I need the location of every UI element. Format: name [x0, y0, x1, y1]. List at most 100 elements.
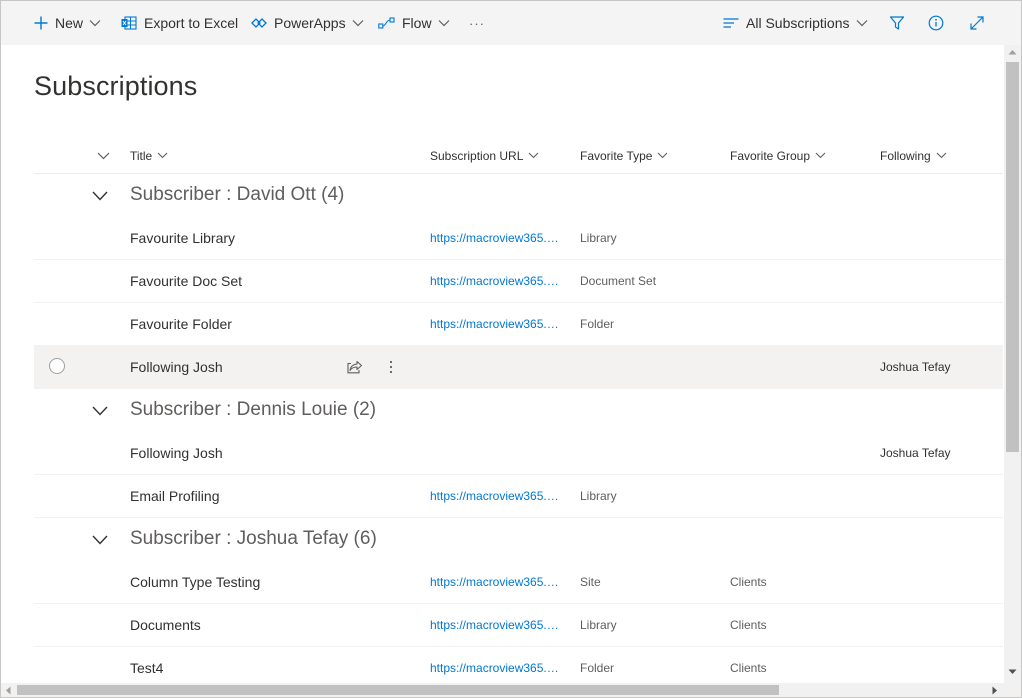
- cell-title[interactable]: Favourite Doc Set: [130, 260, 242, 302]
- cell-title[interactable]: Column Type Testing: [130, 561, 260, 603]
- scroll-left-arrow-icon[interactable]: [5, 686, 11, 695]
- chevron-down-icon: [658, 152, 668, 159]
- chevron-down-icon: [856, 19, 868, 27]
- chevron-down-icon[interactable]: [92, 532, 108, 550]
- view-selector-button[interactable]: All Subscriptions: [723, 1, 868, 45]
- column-header-type-label: Favorite Type: [580, 148, 653, 163]
- table-row[interactable]: Favourite Library https://macroview365.s…: [34, 217, 1003, 260]
- cell-type: Folder: [580, 317, 615, 331]
- cell-following: Joshua Tefay: [880, 446, 951, 460]
- cell-type: Site: [580, 575, 601, 589]
- horizontal-scrollbar-thumb[interactable]: [17, 685, 779, 695]
- cell-url-link[interactable]: [430, 346, 562, 388]
- group-header[interactable]: Subscriber : Dennis Louie (2): [34, 389, 1003, 433]
- chevron-down-icon: [92, 149, 110, 163]
- group-header[interactable]: Subscriber : David Ott (4): [34, 174, 1003, 218]
- cell-url-link[interactable]: https://macroview365.sharepoint.com: [430, 217, 562, 259]
- vertical-scrollbar-thumb[interactable]: [1006, 62, 1019, 452]
- more-vertical-icon[interactable]: [389, 346, 393, 388]
- page-title: Subscriptions: [34, 71, 198, 101]
- column-header-type[interactable]: Favorite Type: [580, 138, 668, 173]
- new-button-label: New: [55, 15, 84, 31]
- cell-title[interactable]: Email Profiling: [130, 475, 219, 517]
- table-row[interactable]: Documents https://macroview365.sharepoin…: [34, 604, 1003, 647]
- chevron-down-icon: [528, 152, 539, 159]
- app-window: New Export to Excel PowerApps Flow ··· A…: [0, 0, 1022, 698]
- powerapps-button-label: PowerApps: [274, 15, 346, 31]
- chevron-down-icon[interactable]: [92, 403, 108, 421]
- group-label: Subscriber : Joshua Tefay (6): [130, 528, 377, 549]
- cell-following: Joshua Tefay: [880, 360, 951, 374]
- share-icon[interactable]: [347, 346, 363, 388]
- column-header-title[interactable]: Title: [130, 138, 168, 173]
- column-header-title-label: Title: [130, 148, 153, 163]
- table-row[interactable]: Following Josh Joshua Tefay: [34, 432, 1003, 475]
- table-row-hovered[interactable]: Following Josh Joshua Tefay: [34, 346, 1003, 389]
- chevron-down-icon: [89, 19, 101, 27]
- group-header[interactable]: Subscriber : Joshua Tefay (6): [34, 518, 1003, 562]
- cell-title[interactable]: Documents: [130, 604, 201, 646]
- column-header-group[interactable]: Favorite Group: [730, 138, 826, 173]
- export-to-excel-button[interactable]: Export to Excel: [121, 1, 238, 45]
- table-row[interactable]: Favourite Doc Set https://macroview365.s…: [34, 260, 1003, 303]
- table-row[interactable]: Favourite Folder https://macroview365.sh…: [34, 303, 1003, 346]
- cell-type: Library: [580, 489, 617, 503]
- scroll-right-arrow-icon[interactable]: [992, 686, 998, 695]
- collapse-all-button[interactable]: [92, 138, 110, 173]
- expand-button[interactable]: [969, 1, 985, 45]
- powerapps-icon: [251, 17, 267, 29]
- cell-group: Clients: [730, 575, 767, 589]
- chevron-down-icon: [352, 19, 364, 27]
- export-button-label: Export to Excel: [144, 15, 239, 31]
- filter-icon: [889, 15, 905, 31]
- more-actions-button[interactable]: ···: [469, 1, 485, 45]
- scroll-down-arrow-icon[interactable]: [1008, 669, 1017, 675]
- cell-title[interactable]: Favourite Folder: [130, 303, 232, 345]
- horizontal-scrollbar[interactable]: [1, 683, 1004, 697]
- cell-title[interactable]: Following Josh: [130, 432, 223, 474]
- expand-icon: [969, 15, 985, 31]
- filter-button[interactable]: [889, 1, 905, 45]
- cell-url-link[interactable]: https://macroview365.sharepoint.com: [430, 561, 562, 603]
- cell-url-link[interactable]: https://macroview365.sharepoint.com: [430, 260, 562, 302]
- chevron-down-icon: [438, 19, 450, 27]
- list-header: Title Subscription URL Favorite Type Fav…: [34, 138, 1003, 174]
- info-button[interactable]: [928, 1, 944, 45]
- column-header-following[interactable]: Following: [880, 138, 947, 173]
- cell-url-link[interactable]: https://macroview365.sharepoint.com: [430, 475, 562, 517]
- chevron-down-icon: [157, 152, 168, 159]
- column-header-url[interactable]: Subscription URL: [430, 138, 539, 173]
- cell-title[interactable]: Favourite Library: [130, 217, 235, 259]
- table-row[interactable]: Column Type Testing https://macroview365…: [34, 561, 1003, 604]
- command-bar: New Export to Excel PowerApps Flow ··· A…: [1, 1, 1021, 45]
- column-header-url-label: Subscription URL: [430, 148, 524, 163]
- table-row[interactable]: Email Profiling https://macroview365.sha…: [34, 475, 1003, 518]
- cell-type: Library: [580, 231, 617, 245]
- flow-button[interactable]: Flow: [378, 1, 450, 45]
- scroll-up-arrow-icon[interactable]: [1008, 49, 1017, 55]
- flow-icon: [378, 17, 395, 29]
- list-view-icon: [723, 17, 739, 29]
- chevron-down-icon[interactable]: [92, 188, 108, 206]
- info-icon: [928, 15, 944, 31]
- powerapps-button[interactable]: PowerApps: [251, 1, 364, 45]
- column-header-following-label: Following: [880, 148, 931, 163]
- chevron-down-icon: [936, 152, 947, 159]
- cell-url-link[interactable]: https://macroview365.sharepoint.com: [430, 303, 562, 345]
- cell-type: Library: [580, 618, 617, 632]
- cell-url-link[interactable]: https://macroview365.sharepoint.com: [430, 604, 562, 646]
- group-label: Subscriber : Dennis Louie (2): [130, 399, 377, 420]
- more-icon: ···: [469, 15, 485, 31]
- vertical-scrollbar[interactable]: [1004, 45, 1021, 683]
- row-select-checkbox[interactable]: [49, 358, 65, 374]
- new-button[interactable]: New: [34, 1, 101, 45]
- cell-url-link[interactable]: [430, 432, 562, 474]
- group-label: Subscriber : David Ott (4): [130, 184, 345, 205]
- view-selector-label: All Subscriptions: [746, 15, 850, 31]
- scrollbar-corner: [1004, 683, 1021, 697]
- plus-icon: [34, 16, 48, 30]
- excel-icon: [121, 16, 137, 30]
- cell-group: Clients: [730, 618, 767, 632]
- cell-title[interactable]: Following Josh: [130, 346, 223, 388]
- chevron-down-icon: [815, 152, 826, 159]
